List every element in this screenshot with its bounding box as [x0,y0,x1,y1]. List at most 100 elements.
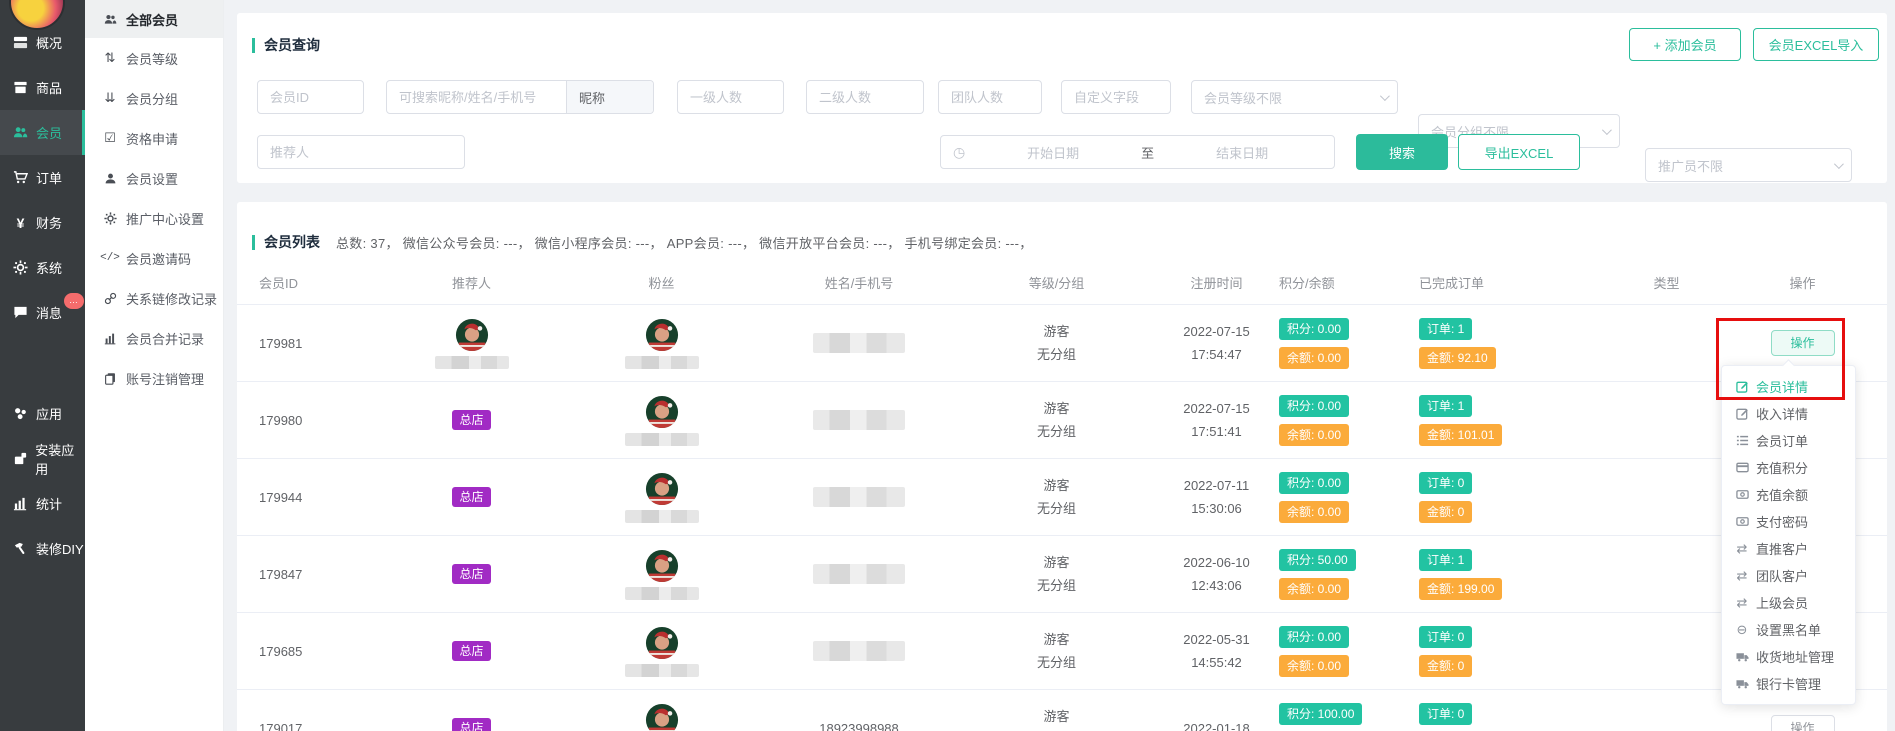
level1-count-field[interactable] [677,80,784,114]
register-date-range[interactable]: ◷ 开始日期 至 结束日期 [940,135,1335,169]
row-action-button[interactable]: 操作 [1771,715,1835,731]
dropdown-menu-item[interactable]: ⇄团队客户 [1722,562,1855,589]
exchange-icon: ⇄ [1735,541,1749,557]
referrer-input[interactable] [258,145,464,160]
column-header: 类型 [1584,273,1749,292]
dropdown-menu-item[interactable]: 支付密码 [1722,508,1855,535]
dropdown-menu-item[interactable]: 收入详情 [1722,400,1855,427]
level1-count-input[interactable] [678,90,783,105]
cell-register-time: 2022-06-1012:43:06 [1154,551,1279,597]
submenu-item-relation-log[interactable]: 关系链修改记录 [85,278,223,318]
team-count-input[interactable] [939,90,1041,105]
coin-icon [1735,488,1749,501]
dropdown-menu-item[interactable]: ⇄直推客户 [1722,535,1855,562]
search-type-select[interactable]: 昵称 [566,81,653,113]
dropdown-menu-item[interactable]: 会员订单 [1722,427,1855,454]
promoter-select[interactable]: 推广员不限 [1645,148,1852,182]
table-row: 179980总店游客无分组2022-07-1517:51:41积分: 0.00余… [237,382,1887,459]
level2-count-input[interactable] [807,90,923,105]
cell-completed-orders: 订单: 0金额: 0 [1419,472,1584,523]
sidebar-item-label: 应用 [36,404,62,423]
sidebar-item-goods[interactable]: 商品 [0,65,85,110]
cart-icon [12,170,29,185]
add-member-button[interactable]: + 添加会员 [1629,28,1741,61]
cell-action: 操作 [1749,715,1856,731]
end-date-input[interactable]: 结束日期 [1162,143,1322,162]
sidebar-item-system[interactable]: 系统 [0,245,85,290]
keyword-search-field[interactable]: 昵称 [386,80,654,114]
cell-member-id: 179981 [237,336,379,351]
edit-icon [1735,380,1749,393]
row-action-button[interactable]: 操作 [1771,330,1835,356]
table-row: 179685总店游客无分组2022-05-3114:55:42积分: 0.00余… [237,613,1887,690]
start-date-input[interactable]: 开始日期 [973,143,1133,162]
submenu-item-qualification[interactable]: ☑资格申请 [85,118,223,158]
level2-count-field[interactable] [806,80,924,114]
sidebar-item-message[interactable]: 消息… [0,290,85,335]
link-icon [102,292,118,305]
dropdown-menu-item[interactable]: 会员详情 [1722,373,1855,400]
dropdown-menu-item[interactable]: 充值积分 [1722,454,1855,481]
sidebar-item-label: 订单 [36,168,62,187]
sidebar-item-overview[interactable]: 概况 [0,20,85,65]
custom-field[interactable] [1061,80,1171,114]
column-header: 姓名/手机号 [759,273,959,292]
member-query-card: 会员查询 + 添加会员 会员EXCEL导入 昵称 [237,13,1887,183]
sidebar-item-finance[interactable]: ¥财务 [0,200,85,245]
dropdown-menu-item[interactable]: ⊖设置黑名单 [1722,616,1855,643]
sidebar-item-statistics[interactable]: 统计 [0,481,85,526]
unread-badge: … [64,293,84,309]
blurred-nickname [625,664,699,677]
cell-referrer: 总店 [379,641,564,661]
referrer-field[interactable] [257,135,465,169]
cell-fans [564,472,759,523]
sidebar-item-decorate-diy[interactable]: 装修DIY [0,526,85,571]
head-shop-badge: 总店 [452,487,490,507]
dropdown-menu-item[interactable]: 银行卡管理 [1722,670,1855,697]
sidebar-item-app[interactable]: 应用 [0,391,85,436]
sidebar-item-member[interactable]: 会员 [0,110,85,155]
sidebar-item-order[interactable]: 订单 [0,155,85,200]
menu-item-label: 银行卡管理 [1756,674,1821,693]
gear-icon [12,260,29,275]
member-submenu: 全部会员⇅会员等级⇊会员分组☑资格申请会员设置推广中心设置</>会员邀请码关系链… [85,0,224,731]
submenu-item-account-cancel[interactable]: 账号注销管理 [85,358,223,398]
submenu-item-label: 会员设置 [126,169,178,188]
keyword-search-input[interactable] [387,90,566,105]
custom-field-input[interactable] [1062,90,1170,105]
search-button[interactable]: 搜索 [1356,134,1448,170]
member-id-field[interactable] [257,80,364,114]
dropdown-menu-item[interactable]: 充值余额 [1722,481,1855,508]
chevron-down-icon [1380,91,1390,101]
member-grade-select[interactable]: 会员等级不限 [1191,80,1398,114]
cell-fans [564,395,759,446]
cell-register-time: 2022-05-3114:55:42 [1154,628,1279,674]
dropdown-menu-item[interactable]: ⇄上级会员 [1722,589,1855,616]
export-excel-button[interactable]: 导出EXCEL [1458,134,1580,170]
sidebar-item-install-app[interactable]: 安装应用 [0,436,85,481]
member-id-input[interactable] [258,90,363,105]
member-avatar [645,472,679,506]
dropdown-menu-item[interactable]: 收货地址管理 [1722,643,1855,670]
cell-referrer: 总店 [379,564,564,584]
cell-member-id: 179944 [237,490,379,505]
menu-item-label: 充值积分 [1756,458,1808,477]
member-avatar [645,626,679,660]
sortaz-icon: ⇊ [102,90,118,106]
team-count-field[interactable] [938,80,1042,114]
orders-badge: 订单: 0 [1419,703,1472,725]
submenu-item-promotion-center[interactable]: 推广中心设置 [85,198,223,238]
submenu-item-all-members[interactable]: 全部会员 [85,0,223,38]
cell-referrer: 总店 [379,410,564,430]
sidebar-item-label: 装修DIY [36,539,84,558]
submenu-item-invite-code[interactable]: </>会员邀请码 [85,238,223,278]
submenu-item-label: 资格申请 [126,129,178,148]
people-icon [102,13,118,26]
submenu-item-member-group[interactable]: ⇊会员分组 [85,78,223,118]
submenu-item-merge-log[interactable]: 会员合并记录 [85,318,223,358]
submenu-item-label: 关系链修改记录 [126,289,217,308]
submenu-item-member-settings[interactable]: 会员设置 [85,158,223,198]
member-excel-import-button[interactable]: 会员EXCEL导入 [1753,28,1879,61]
submenu-item-member-level[interactable]: ⇅会员等级 [85,38,223,78]
yen-icon: ¥ [12,215,29,231]
